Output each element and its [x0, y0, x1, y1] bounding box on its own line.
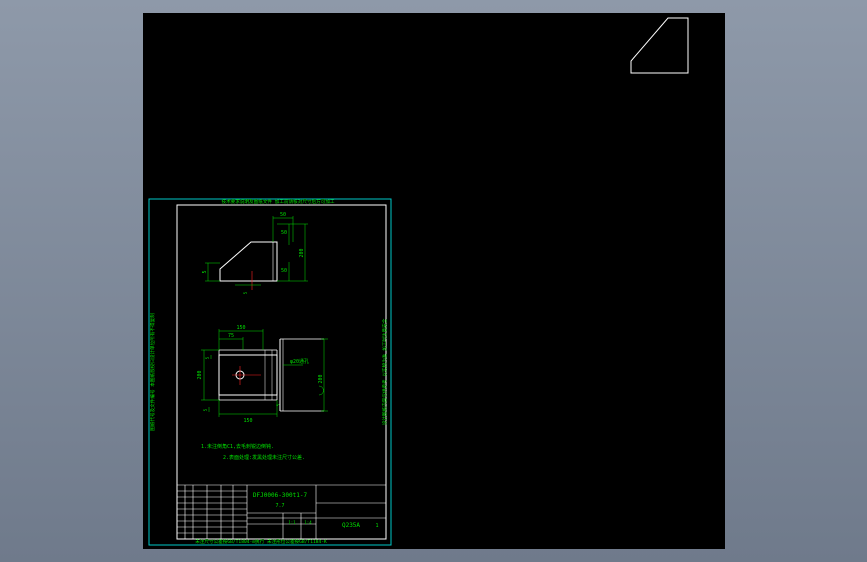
- dim-plan-tag: 5: [205, 356, 210, 359]
- side-view: φ20通孔 200: [279, 338, 328, 412]
- dim-small-1: 5: [203, 408, 208, 411]
- sheet-inner-frame: [176, 204, 387, 540]
- dim-top-height: 200: [299, 248, 305, 257]
- sheet-side-right-text: 设计图纸内容仅供参考 以实物为准 加工时注意安全: [381, 318, 388, 425]
- title-quantity: 1: [375, 523, 378, 529]
- part-preview-outline: [630, 17, 689, 74]
- title-drawing-number: DFJ0006-300t1-7: [253, 492, 308, 499]
- tech-note-1: 1.未注倒角C1,去毛刺锐边倒钝.: [201, 443, 274, 450]
- title-scale: 1:4: [304, 520, 312, 525]
- sheet-bottom-title: 未注尺寸公差按GB/T1804-m执行 未注形位公差按GB/T1184-K: [195, 538, 327, 545]
- tech-note-2: 2.表面处理:发黑处理未注尺寸公差.: [223, 454, 305, 461]
- dim-bottom-small: 5: [243, 291, 248, 294]
- dim-plan-left: 200: [197, 370, 203, 379]
- dim-plan-bottom: 150: [243, 418, 252, 424]
- title-material: Q235A: [342, 522, 360, 529]
- plan-view: 150 75 200 150 5 5 5: [197, 325, 281, 424]
- sheet-top-title: 技术要求说明及图纸文件 加工前请核对尺寸后方可加工: [221, 198, 334, 205]
- dim-top-right-1: 50: [281, 230, 287, 236]
- dim-plan-top: 150: [236, 325, 245, 331]
- sheet-side-left-text: 图纸代号及文件编号 本图纸版权归设计单位所有不得复制: [149, 313, 156, 431]
- title-sheet: 1:1: [288, 520, 296, 525]
- drawing-viewport[interactable]: 技术要求说明及图纸文件 加工前请核对尺寸后方可加工 未注尺寸公差按GB/T180…: [143, 13, 725, 549]
- dim-top-right-2: 50: [281, 268, 287, 274]
- dim-plan-inner: 75: [228, 333, 234, 339]
- front-view: 50 50 50 200 5 5: [202, 212, 308, 294]
- dim-side-height: 200: [318, 374, 324, 383]
- side-view-hole-label: φ20通孔: [290, 358, 309, 365]
- front-view-outline: [219, 241, 278, 282]
- title-part-name: 7.7: [275, 503, 284, 509]
- cad-drawing: 技术要求说明及图纸文件 加工前请核对尺寸后方可加工 未注尺寸公差按GB/T180…: [148, 17, 689, 546]
- dim-top-width: 50: [280, 212, 286, 218]
- dim-left-thick: 5: [202, 270, 208, 273]
